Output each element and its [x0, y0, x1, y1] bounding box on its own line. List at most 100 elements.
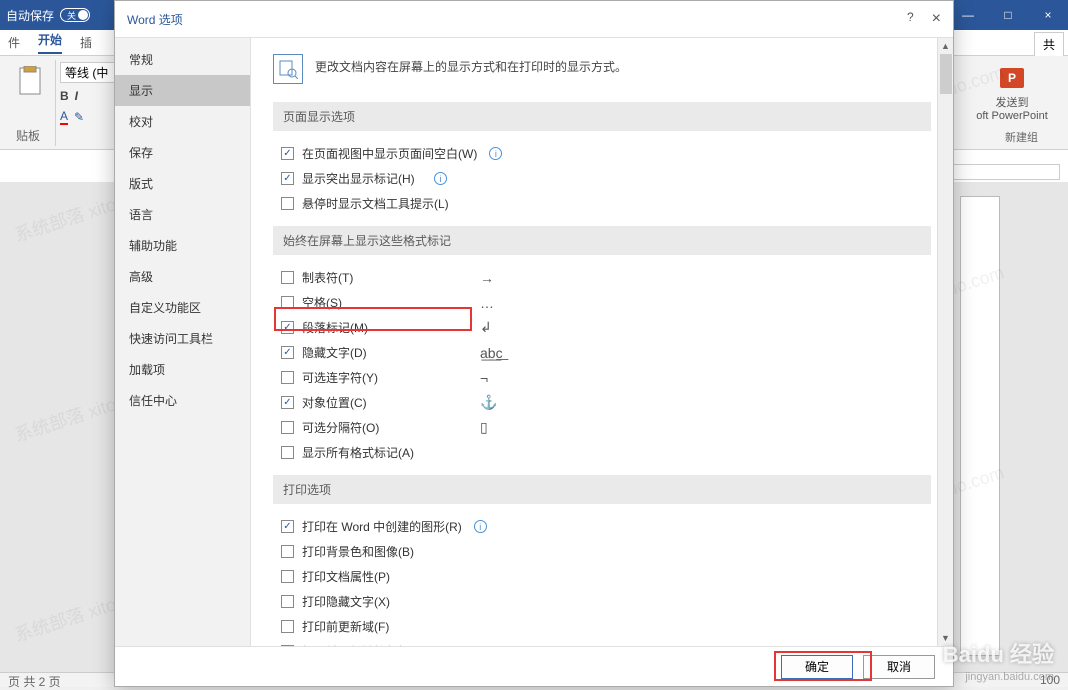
tab-insert[interactable]: 插	[80, 34, 92, 51]
share-button[interactable]: 共	[1034, 32, 1064, 57]
cancel-button[interactable]: 取消	[863, 655, 935, 679]
opt-hidden-text[interactable]: 隐藏文字(D) a͟b͟c͟	[273, 340, 931, 365]
opt-update-links[interactable]: 打印前更新链接数据(K)	[273, 639, 931, 646]
info-icon[interactable]: i	[489, 147, 502, 160]
word-options-dialog: Word 选项 ? × 常规 显示 校对 保存 版式 语言 辅助功能 高级 自定…	[114, 0, 954, 687]
dialog-close-button[interactable]: ×	[932, 10, 941, 28]
checkbox[interactable]	[281, 147, 294, 160]
opt-optional-breaks[interactable]: 可选分隔符(O) ▯	[273, 415, 931, 440]
checkbox[interactable]	[281, 172, 294, 185]
opt-hover-tooltip[interactable]: 悬停时显示文档工具提示(L)	[273, 191, 931, 216]
checkbox[interactable]	[281, 197, 294, 210]
paragraph-symbol-icon: ↲	[480, 319, 492, 336]
break-symbol-icon: ▯	[480, 419, 488, 436]
sidebar-item-advanced[interactable]: 高级	[115, 261, 250, 292]
page	[960, 196, 1000, 656]
italic-button[interactable]: I	[75, 89, 78, 103]
checkbox[interactable]	[281, 371, 294, 384]
opt-print-hidden-text[interactable]: 打印隐藏文字(X)	[273, 589, 931, 614]
font-name-selector[interactable]: 等线 (中	[60, 62, 120, 83]
checkbox[interactable]	[281, 520, 294, 533]
zoom-level: 100	[1040, 673, 1060, 687]
send-section: P 发送到 oft PowerPoint	[962, 64, 1062, 122]
clipboard-section: 贴板	[4, 60, 56, 146]
section-print-options: 打印选项	[273, 475, 931, 504]
tab-symbol-icon: →	[480, 270, 494, 286]
font-color-button[interactable]: A	[60, 109, 68, 125]
scroll-thumb[interactable]	[940, 54, 952, 94]
sidebar-item-general[interactable]: 常规	[115, 44, 250, 75]
autosave-state: 关	[67, 9, 76, 22]
sidebar-item-language[interactable]: 语言	[115, 199, 250, 230]
checkbox[interactable]	[281, 346, 294, 359]
page-count: 页 共 2 页	[8, 673, 61, 687]
checkbox[interactable]	[281, 620, 294, 633]
checkbox[interactable]	[281, 396, 294, 409]
dialog-sidebar: 常规 显示 校对 保存 版式 语言 辅助功能 高级 自定义功能区 快速访问工具栏…	[115, 38, 251, 646]
maximize-button[interactable]: □	[988, 0, 1028, 30]
checkbox[interactable]	[281, 645, 294, 646]
opt-spaces[interactable]: 空格(S) …	[273, 290, 931, 315]
paste-icon[interactable]	[16, 66, 44, 98]
toggle-switch[interactable]: 关	[60, 8, 90, 22]
sidebar-item-customize-ribbon[interactable]: 自定义功能区	[115, 292, 250, 323]
opt-paragraph-marks[interactable]: 段落标记(M) ↲	[273, 315, 931, 340]
tab-file[interactable]: 件	[8, 34, 20, 51]
info-icon[interactable]: i	[434, 172, 447, 185]
autosave-label: 自动保存	[6, 7, 54, 24]
info-icon[interactable]: i	[474, 520, 487, 533]
checkbox[interactable]	[281, 271, 294, 284]
dialog-help-button[interactable]: ?	[907, 10, 914, 28]
display-options-icon	[273, 54, 303, 84]
vertical-scrollbar[interactable]: ▲ ▼	[937, 38, 953, 646]
hidden-text-symbol-icon: a͟b͟c͟	[480, 345, 503, 361]
svg-text:P: P	[1008, 71, 1016, 85]
dialog-title: Word 选项	[127, 11, 183, 28]
sidebar-item-accessibility[interactable]: 辅助功能	[115, 230, 250, 261]
window-buttons: — □ ×	[948, 0, 1068, 30]
content-heading: 更改文档内容在屏幕上的显示方式和在打印时的显示方式。	[315, 54, 627, 75]
content-heading-row: 更改文档内容在屏幕上的显示方式和在打印时的显示方式。	[273, 54, 931, 84]
bold-button[interactable]: B	[60, 89, 69, 103]
opt-print-drawings[interactable]: 打印在 Word 中创建的图形(R) i	[273, 514, 931, 539]
clipboard-label: 贴板	[16, 127, 40, 144]
checkbox[interactable]	[281, 570, 294, 583]
close-button[interactable]: ×	[1028, 0, 1068, 30]
sidebar-item-save[interactable]: 保存	[115, 137, 250, 168]
hyphen-symbol-icon: ¬	[480, 370, 488, 386]
highlight-button[interactable]: ✎	[74, 110, 84, 124]
checkbox[interactable]	[281, 595, 294, 608]
scroll-up-icon[interactable]: ▲	[938, 38, 953, 54]
minimize-button[interactable]: —	[948, 0, 988, 30]
powerpoint-icon[interactable]: P	[998, 64, 1026, 92]
sidebar-item-addins[interactable]: 加载项	[115, 354, 250, 385]
tab-home[interactable]: 开始	[38, 31, 62, 54]
scroll-down-icon[interactable]: ▼	[938, 630, 953, 646]
checkbox[interactable]	[281, 321, 294, 334]
autosave-toggle[interactable]: 自动保存 关	[6, 7, 90, 24]
sidebar-item-quick-access[interactable]: 快速访问工具栏	[115, 323, 250, 354]
opt-tab-chars[interactable]: 制表符(T) →	[273, 265, 931, 290]
opt-show-all-marks[interactable]: 显示所有格式标记(A)	[273, 440, 931, 465]
checkbox[interactable]	[281, 296, 294, 309]
sidebar-item-layout[interactable]: 版式	[115, 168, 250, 199]
opt-object-anchors[interactable]: 对象位置(C) ⚓	[273, 390, 931, 415]
dialog-content: 更改文档内容在屏幕上的显示方式和在打印时的显示方式。 页面显示选项 在页面视图中…	[251, 38, 953, 646]
opt-print-background[interactable]: 打印背景色和图像(B)	[273, 539, 931, 564]
checkbox[interactable]	[281, 421, 294, 434]
sidebar-item-display[interactable]: 显示	[115, 75, 250, 106]
send-label1: 发送到	[962, 94, 1062, 110]
checkbox[interactable]	[281, 446, 294, 459]
opt-optional-hyphens[interactable]: 可选连字符(Y) ¬	[273, 365, 931, 390]
space-symbol-icon: …	[480, 295, 494, 311]
opt-update-fields[interactable]: 打印前更新域(F)	[273, 614, 931, 639]
sidebar-item-proofing[interactable]: 校对	[115, 106, 250, 137]
opt-show-whitespace[interactable]: 在页面视图中显示页面间空白(W) i	[273, 141, 931, 166]
checkbox[interactable]	[281, 545, 294, 558]
sidebar-item-trust-center[interactable]: 信任中心	[115, 385, 250, 416]
opt-show-highlight[interactable]: 显示突出显示标记(H) i	[273, 166, 931, 191]
section-formatting-marks: 始终在屏幕上显示这些格式标记	[273, 226, 931, 255]
opt-print-properties[interactable]: 打印文档属性(P)	[273, 564, 931, 589]
dialog-footer: 确定 取消	[115, 646, 953, 686]
ok-button[interactable]: 确定	[781, 655, 853, 679]
